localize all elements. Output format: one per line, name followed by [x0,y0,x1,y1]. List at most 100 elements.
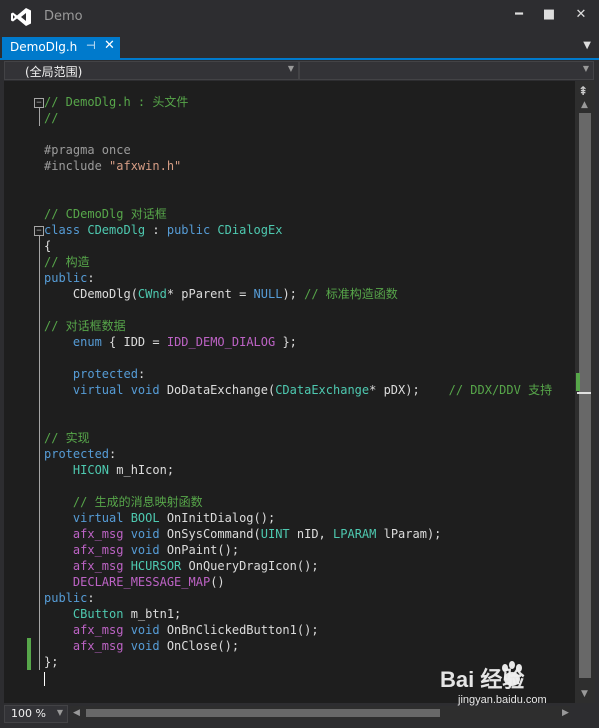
minimize-button[interactable]: ━ [505,5,533,25]
code-line[interactable]: // 对话框数据 [44,318,552,334]
code-token: // 标准构造函数 [304,287,398,301]
pin-icon[interactable]: ⊣ [86,39,96,52]
code-line[interactable]: // [44,110,552,126]
scope-dropdown[interactable]: (全局范围) ▼ [4,61,299,80]
code-line[interactable] [44,302,552,318]
code-token: OnClose(); [166,639,240,653]
code-token: () [210,575,225,589]
tab-close-icon[interactable]: ✕ [104,38,115,53]
code-line[interactable]: public: [44,270,552,286]
collapse-region-icon[interactable]: − [34,98,44,108]
code-text[interactable]: // DemoDlg.h : 头文件// #pragma once #includ… [44,94,552,686]
code-token: afx_msg [72,559,131,573]
visual-studio-logo-icon [11,8,31,26]
code-token: : [87,591,95,605]
code-token: afx_msg [72,543,131,557]
tab-label: DemoDlg.h [10,40,78,54]
scrollbar-change-marker [576,373,580,391]
code-token: enum [72,335,102,349]
code-line[interactable] [44,174,552,190]
code-line[interactable]: afx_msg void OnBnClickedButton1(); [44,622,552,638]
watermark-url: jingyan.baidu.com [458,694,547,706]
code-line[interactable]: enum { IDD = IDD_DEMO_DIALOG }; [44,334,552,350]
code-line[interactable] [44,126,552,142]
code-line[interactable]: virtual BOOL OnInitDialog(); [44,510,552,526]
code-line[interactable]: // CDemoDlg 对话框 [44,206,552,222]
code-line[interactable]: // 构造 [44,254,552,270]
code-line[interactable] [44,478,552,494]
code-token: OnBnClickedButton1(); [166,623,319,637]
code-token: #pragma once [44,143,131,157]
code-line[interactable]: // 实现 [44,430,552,446]
scroll-left-arrow-icon[interactable]: ◀ [73,708,80,718]
code-line[interactable] [44,414,552,430]
code-token: CDemoDlg( [44,287,138,301]
scroll-right-arrow-icon[interactable]: ▶ [562,708,569,718]
code-token: : [137,367,146,381]
code-token: public [44,591,88,605]
code-token: ); [282,287,305,301]
split-window-icon[interactable]: ⇞ [578,84,588,98]
code-token: HICON [72,463,110,477]
scroll-down-arrow-icon[interactable]: ▼ [581,689,588,699]
code-token: // [44,111,59,125]
member-dropdown[interactable]: ▼ [299,61,594,80]
code-line[interactable]: virtual void DoDataExchange(CDataExchang… [44,382,552,398]
code-line[interactable]: afx_msg HCURSOR OnQueryDragIcon(); [44,558,552,574]
code-line[interactable]: { [44,238,552,254]
code-token: { [44,239,52,253]
code-line[interactable]: HICON m_hIcon; [44,462,552,478]
code-token: * pDX); [369,383,449,397]
horizontal-scroll-thumb[interactable] [86,709,440,717]
code-line[interactable]: DECLARE_MESSAGE_MAP() [44,574,552,590]
code-token: }; [275,335,297,349]
code-token: afx_msg [72,639,131,653]
chevron-down-icon: ▼ [56,708,63,717]
code-token: DoDataExchange( [166,383,276,397]
collapse-region-icon[interactable]: − [34,226,44,236]
code-token: void [130,623,167,637]
code-line[interactable] [44,398,552,414]
code-token: : [145,223,167,237]
code-token: virtual [72,511,131,525]
watermark-brand: Bai 经验 [440,667,525,692]
code-line[interactable]: CButton m_btn1; [44,606,552,622]
code-line[interactable] [44,350,552,366]
zoom-value: 100 % [11,707,46,720]
tab-list-dropdown-icon[interactable]: ▼ [583,40,591,51]
code-line[interactable]: CDemoDlg(CWnd* pParent = NULL); // 标准构造函… [44,286,552,302]
code-token: public [44,271,88,285]
code-token: void [130,527,167,541]
scroll-up-arrow-icon[interactable]: ▲ [581,100,588,110]
code-token: public [166,223,218,237]
close-window-button[interactable]: ✕ [567,5,595,25]
code-token: lParam); [376,527,442,541]
code-token: m_hIcon; [109,463,175,477]
maximize-button[interactable]: ■ [535,5,563,25]
code-line[interactable]: // DemoDlg.h : 头文件 [44,94,552,110]
code-line[interactable]: class CDemoDlg : public CDialogEx [44,222,552,238]
code-line[interactable] [44,190,552,206]
code-token: void [130,639,167,653]
vertical-scroll-thumb[interactable] [579,113,591,678]
code-token: afx_msg [72,623,131,637]
code-line[interactable]: afx_msg void OnClose(); [44,638,552,654]
code-line[interactable]: afx_msg void OnSysCommand(UINT nID, LPAR… [44,526,552,542]
code-line[interactable]: #pragma once [44,142,552,158]
chevron-down-icon: ▼ [582,64,589,73]
code-line[interactable]: public: [44,590,552,606]
code-line[interactable]: #include "afxwin.h" [44,158,552,174]
code-line[interactable]: afx_msg void OnPaint(); [44,542,552,558]
tab-demodlg-h[interactable]: DemoDlg.h ⊣ ✕ [2,37,120,58]
code-line[interactable]: protected: [44,446,552,462]
code-token: CDialogEx [217,223,283,237]
code-line[interactable]: protected: [44,366,552,382]
code-line[interactable]: // 生成的消息映射函数 [44,494,552,510]
code-token: // 构造 [44,255,90,269]
zoom-dropdown[interactable]: 100 % ▼ [4,705,68,723]
